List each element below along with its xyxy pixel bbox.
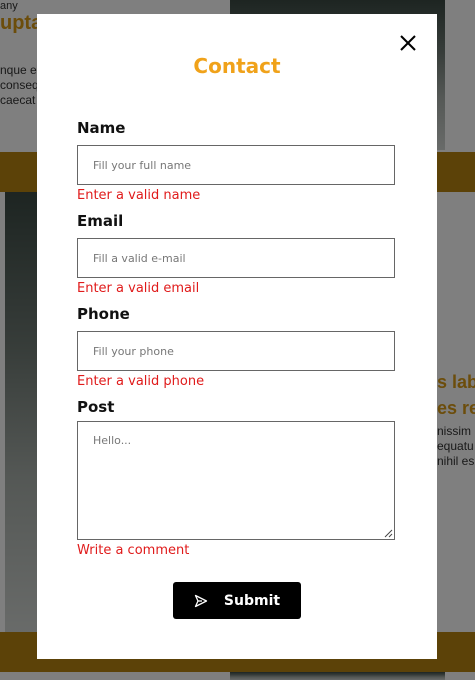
email-label: Email [77, 212, 124, 230]
contact-modal: Contact Name Enter a valid name Email En… [37, 14, 437, 659]
close-button[interactable] [399, 34, 417, 52]
phone-error: Enter a valid phone [77, 374, 205, 389]
email-field-box [77, 238, 395, 278]
name-error: Enter a valid name [77, 188, 201, 203]
name-label: Name [77, 119, 126, 137]
email-input[interactable] [78, 239, 394, 277]
post-error: Write a comment [77, 543, 190, 558]
phone-input[interactable] [78, 332, 394, 370]
resize-grip-icon[interactable] [383, 528, 393, 538]
phone-label: Phone [77, 305, 130, 323]
post-field-box [77, 421, 395, 540]
close-icon [400, 35, 416, 51]
name-field-box [77, 145, 395, 185]
email-error: Enter a valid email [77, 281, 200, 296]
submit-button[interactable]: Submit [173, 582, 301, 619]
post-label: Post [77, 398, 115, 416]
submit-label: Submit [223, 592, 281, 609]
phone-field-box [77, 331, 395, 371]
send-icon [194, 594, 208, 607]
post-textarea[interactable] [78, 422, 394, 539]
modal-title: Contact [193, 54, 281, 78]
name-input[interactable] [78, 146, 394, 184]
